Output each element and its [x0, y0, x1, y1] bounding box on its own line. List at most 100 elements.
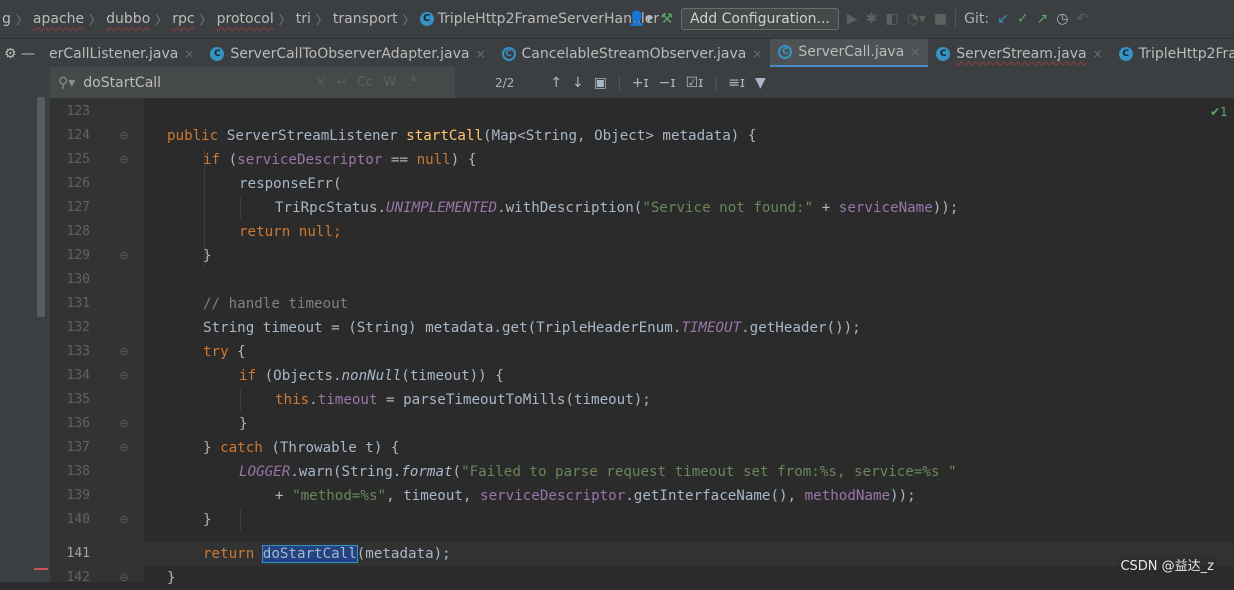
git-push-icon[interactable]: ↗: [1037, 11, 1049, 27]
chevron-right-icon: 〉: [315, 12, 328, 27]
code-line-138: LOGGER.warn(String.format("Failed to par…: [239, 464, 957, 480]
inspection-ok-icon[interactable]: ✔1: [1210, 105, 1228, 119]
line-number: 137: [66, 440, 90, 455]
regex-toggle[interactable]: .*: [406, 75, 417, 90]
main-toolbar: 👤▾ ⚒ Add Configuration... ▶ ✱ ◧ ◔▾ ■ Git…: [628, 0, 1088, 38]
stop-icon[interactable]: ■: [934, 11, 947, 27]
abstract-class-icon: C: [778, 45, 793, 59]
git-history-icon[interactable]: ◷: [1056, 11, 1068, 27]
tab-label: CancelableStreamObserver.java: [521, 45, 747, 62]
git-rollback-icon[interactable]: ↶: [1077, 11, 1089, 27]
breadcrumb-item[interactable]: rpc: [172, 11, 194, 27]
new-line-icon[interactable]: ↵: [336, 75, 347, 90]
line-number: 127: [66, 200, 90, 215]
watermark: CSDN @益达_z: [1118, 555, 1216, 574]
add-occurrence-icon[interactable]: +ɪ: [632, 75, 649, 91]
select-all-occurrences-icon[interactable]: ☑ɪ: [686, 75, 704, 91]
fold-icon[interactable]: ⊖: [119, 364, 129, 388]
line-number: 130: [66, 272, 90, 287]
open-in-window-icon[interactable]: ▣: [594, 75, 607, 91]
chevron-right-icon: 〉: [278, 12, 291, 27]
fold-end-icon[interactable]: ⊖: [119, 244, 129, 268]
chevron-right-icon: 〉: [402, 12, 415, 27]
toolbar-divider: [955, 9, 957, 29]
tab-label: ServerCallToObserverAdapter.java: [230, 45, 470, 62]
tab-servercalltoobserveradapter[interactable]: C ServerCallToObserverAdapter.java ×: [202, 39, 493, 68]
tab-servercall[interactable]: C ServerCall.java ×: [770, 39, 929, 68]
debug-icon[interactable]: ✱: [866, 11, 878, 27]
divider: |: [713, 74, 719, 91]
profile-icon[interactable]: ◔▾: [907, 11, 926, 27]
class-icon: C: [419, 12, 434, 26]
match-case-toggle[interactable]: Cc: [357, 75, 373, 90]
line-number: 140: [66, 512, 90, 527]
code-line-135: this.timeout = parseTimeoutToMills(timeo…: [275, 392, 651, 408]
close-icon[interactable]: ×: [1093, 47, 1103, 61]
breadcrumb-item[interactable]: tri: [296, 11, 311, 27]
search-icon[interactable]: ⚲▾: [58, 75, 75, 91]
close-icon[interactable]: ×: [184, 47, 194, 61]
code-editor[interactable]: public ServerStreamListener startCall(Ma…: [144, 98, 1234, 586]
fold-end-icon[interactable]: ⊖: [119, 412, 129, 436]
line-number: 125: [66, 152, 90, 167]
breadcrumb-item[interactable]: apache: [33, 11, 84, 27]
match-count: 2/2: [495, 75, 515, 90]
line-number: 134: [66, 368, 90, 383]
fold-icon[interactable]: ⊖: [119, 340, 129, 364]
add-configuration-button[interactable]: Add Configuration...: [681, 8, 839, 30]
fold-icon[interactable]: ⊖: [119, 148, 129, 172]
chevron-right-icon: 〉: [15, 12, 28, 27]
line-number: 135: [66, 392, 90, 407]
whole-words-toggle[interactable]: W: [383, 75, 396, 90]
class-icon: C: [210, 46, 225, 61]
close-icon[interactable]: ×: [475, 47, 485, 61]
divider: |: [617, 74, 622, 91]
class-icon: C: [1118, 46, 1133, 61]
find-bar: ⚲▾ × ↵ Cc W .* 2/2 ↑ ↓ ▣ | +ɪ −ɪ ☑ɪ | ≡ɪ…: [50, 67, 1234, 99]
git-update-icon[interactable]: ↙: [997, 11, 1009, 27]
search-input[interactable]: [81, 73, 306, 92]
close-icon[interactable]: ×: [910, 45, 920, 59]
previous-occurrence-icon[interactable]: ↑: [550, 75, 562, 91]
next-occurrence-icon[interactable]: ↓: [572, 75, 584, 91]
select-all-icon[interactable]: ≡ɪ: [728, 75, 745, 91]
line-number: 123: [66, 104, 90, 119]
filter-icon[interactable]: ▼: [755, 75, 766, 91]
user-icon[interactable]: 👤▾: [628, 11, 652, 27]
coverage-icon[interactable]: ◧: [885, 11, 898, 27]
fold-end-icon[interactable]: ⊖: [119, 508, 129, 532]
fold-end-icon[interactable]: ⊖: [119, 566, 129, 590]
breadcrumb-item[interactable]: transport: [333, 11, 398, 27]
code-line-136: }: [239, 416, 248, 432]
git-commit-icon[interactable]: ✓: [1017, 11, 1029, 27]
tab-serverstream[interactable]: C ServerStream.java ×: [928, 39, 1110, 68]
scrollbar[interactable]: [37, 97, 45, 317]
build-hammer-icon[interactable]: ⚒: [660, 11, 673, 27]
line-number: 129: [66, 248, 90, 263]
line-number: 132: [66, 320, 90, 335]
line-number: 131: [66, 296, 90, 311]
run-icon[interactable]: ▶: [847, 11, 858, 27]
fold-icon[interactable]: ⊖: [119, 436, 129, 460]
tab-label: erCallListener.java: [49, 45, 179, 62]
chevron-right-icon: 〉: [89, 12, 102, 27]
code-line-132: String timeout = (String) metadata.get(T…: [203, 320, 861, 336]
code-line-131: // handle timeout: [203, 296, 349, 312]
tab-triplehttp2frameserverhandler[interactable]: C TripleHttp2FrameServ: [1111, 39, 1234, 68]
tab-servercalllistener[interactable]: ⚙ — erCallListener.java ×: [0, 39, 202, 68]
remove-occurrence-icon[interactable]: −ɪ: [659, 75, 676, 91]
tab-label: ServerStream.java: [956, 45, 1087, 62]
breadcrumb-item[interactable]: g: [2, 11, 11, 27]
fold-icon[interactable]: ⊖: [119, 124, 129, 148]
breadcrumb-item[interactable]: dubbo: [106, 11, 150, 27]
editor-gutter: 123 124 125 126 127 128 129 130 131 132 …: [50, 98, 144, 585]
breadcrumb-item[interactable]: protocol: [217, 11, 274, 27]
close-icon[interactable]: ×: [752, 47, 762, 61]
code-line-127: TriRpcStatus.UNIMPLEMENTED.withDescripti…: [275, 200, 959, 216]
settings-gear-icon[interactable]: ⚙ —: [4, 46, 35, 62]
code-line-142: }: [167, 570, 176, 586]
tab-cancelablestreamobserver[interactable]: C CancelableStreamObserver.java ×: [494, 39, 771, 68]
clear-icon[interactable]: ×: [315, 75, 326, 90]
code-line-128: return null;: [239, 224, 342, 240]
breadcrumb-current[interactable]: TripleHttp2FrameServerHandler: [438, 11, 659, 27]
